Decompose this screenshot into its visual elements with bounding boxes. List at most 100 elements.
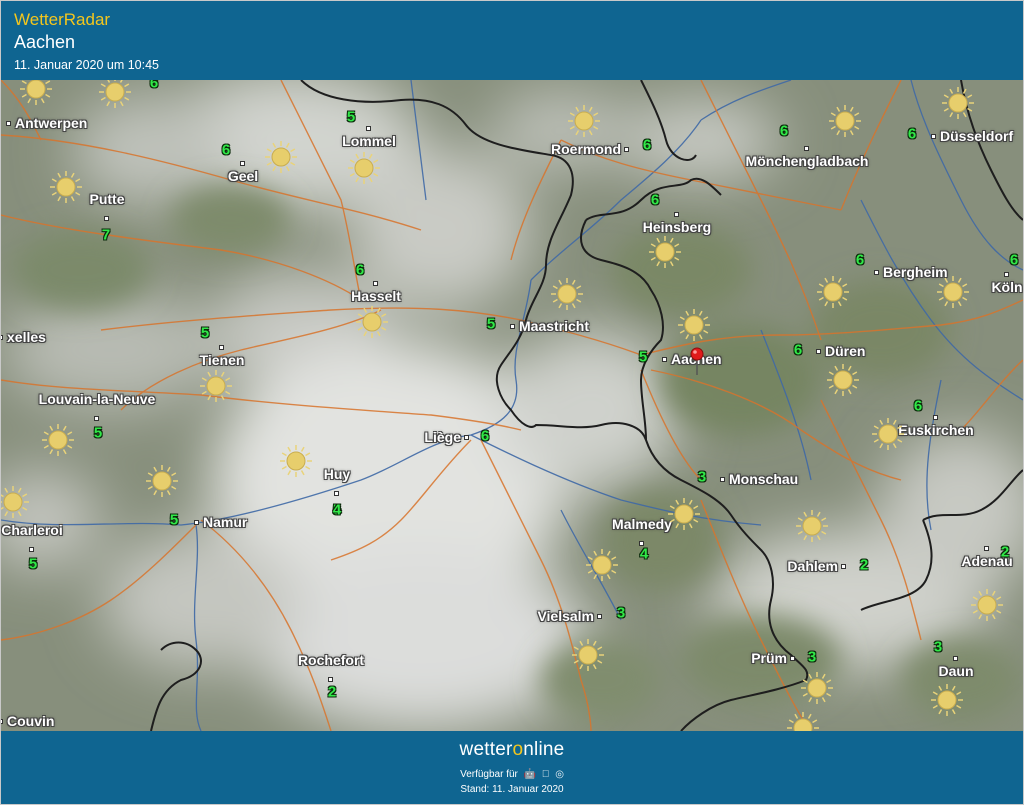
city-label: Mönchengladbach	[745, 153, 869, 169]
temperature-label: 2	[1000, 543, 1010, 561]
sun-icon	[42, 424, 74, 456]
brand-part3: nline	[523, 739, 565, 760]
city-dot	[366, 126, 371, 131]
city-label: Köln	[991, 279, 1023, 295]
temperature-label: 6	[355, 261, 365, 279]
temperature-label: 5	[346, 108, 356, 126]
city-label: xelles	[7, 329, 46, 345]
city-dot	[984, 546, 989, 551]
city-dot	[29, 547, 34, 552]
sun-icon	[971, 589, 1003, 621]
temperature-label: 6	[913, 397, 923, 415]
temperature-label: 6	[779, 122, 789, 140]
temperature-label: 5	[486, 315, 496, 333]
city-label: Vielsalm	[537, 608, 594, 624]
city-dot	[334, 491, 339, 496]
sun-icon	[678, 309, 710, 341]
availability-line: Verfügbar für 🤖  ◎	[1, 769, 1023, 780]
sun-icon	[356, 306, 388, 338]
city-label: Euskirchen	[898, 422, 974, 438]
temperature-label: 6	[1009, 251, 1019, 269]
temperature-label: 2	[859, 556, 869, 574]
brand-part1: wetter	[459, 739, 513, 760]
app-frame: WetterRadar Aachen 11. Januar 2020 um 10…	[0, 0, 1024, 805]
radar-map[interactable]: Antwerpen Lommel Roermond Mönchengladbach Dü…	[1, 80, 1023, 731]
city-dot	[219, 345, 224, 350]
web-icon[interactable]: ◎	[555, 769, 564, 780]
temperature-label: 6	[642, 136, 652, 154]
temperature-label: 6	[650, 191, 660, 209]
temperature-label: 6	[149, 80, 159, 92]
city-label: Geel	[227, 168, 259, 184]
city-label: Monschau	[729, 471, 799, 487]
temperature-label: 5	[638, 348, 648, 366]
city-label: Heinsberg	[642, 219, 712, 235]
city-label: Maastricht	[519, 318, 590, 334]
city-label: Düren	[825, 343, 866, 359]
sun-icon	[937, 276, 969, 308]
android-icon[interactable]: 🤖	[524, 769, 536, 780]
location-pin-icon[interactable]	[690, 347, 704, 375]
city-dot	[6, 121, 11, 126]
sun-icon	[1, 486, 29, 518]
timestamp: 11. Januar 2020 um 10:45	[14, 58, 160, 72]
sun-icon	[99, 80, 131, 108]
sun-icon	[796, 510, 828, 542]
city-dot	[104, 216, 109, 221]
city-dot	[328, 677, 333, 682]
city-label: Prüm	[751, 650, 787, 666]
city-dot	[953, 656, 958, 661]
temperature-label: 4	[639, 545, 649, 563]
city-label: Putte	[89, 191, 125, 207]
sun-icon	[146, 465, 178, 497]
city-label: Daun	[938, 663, 974, 679]
sun-icon	[348, 152, 380, 184]
city-dot	[464, 435, 469, 440]
sun-icon	[931, 684, 963, 716]
temperature-label: 6	[480, 427, 490, 445]
city-dot	[1, 335, 3, 340]
sun-icon	[787, 712, 819, 731]
sun-icon	[568, 105, 600, 137]
city-label: Huy	[323, 466, 351, 482]
sun-icon	[872, 418, 904, 450]
city-dot	[194, 520, 199, 525]
temperature-label: 5	[200, 324, 210, 342]
city-label: Charleroi	[1, 522, 63, 538]
city-dot	[510, 324, 515, 329]
temperature-label: 5	[28, 555, 38, 573]
city-label: Liège	[424, 429, 461, 445]
temperature-label: 6	[907, 125, 917, 143]
city-dot	[804, 146, 809, 151]
stand-date: Stand: 11. Januar 2020	[460, 784, 564, 795]
city-label: Tienen	[199, 352, 245, 368]
city-dot	[874, 270, 879, 275]
city-label: Antwerpen	[15, 115, 88, 131]
city-dot	[597, 614, 602, 619]
temperature-label: 3	[933, 638, 943, 656]
city-label: Dahlem	[787, 558, 838, 574]
city-label: Lommel	[342, 133, 396, 149]
apple-icon[interactable]: 	[542, 769, 550, 780]
sun-icon	[551, 278, 583, 310]
city-label: Louvain-la-Neuve	[38, 391, 156, 407]
city-dot	[1004, 272, 1009, 277]
location-name: Aachen	[14, 32, 76, 52]
brand-logo[interactable]: wetteronline	[1, 739, 1023, 761]
sun-icon	[649, 236, 681, 268]
temperature-label: 5	[93, 424, 103, 442]
city-label: Couvin	[7, 713, 55, 729]
city-dot	[373, 281, 378, 286]
sun-icon	[827, 364, 859, 396]
sun-icon	[200, 370, 232, 402]
sun-icon	[50, 171, 82, 203]
city-label: Malmedy	[612, 516, 672, 532]
sun-icon	[668, 498, 700, 530]
city-label: Namur	[203, 514, 248, 530]
city-dot	[674, 212, 679, 217]
brand-part2: o	[512, 739, 524, 760]
city-dot	[662, 357, 667, 362]
temperature-label: 4	[332, 501, 342, 519]
availability-text: Verfügbar für	[460, 769, 518, 780]
header: WetterRadar Aachen 11. Januar 2020 um 10…	[1, 1, 1023, 80]
